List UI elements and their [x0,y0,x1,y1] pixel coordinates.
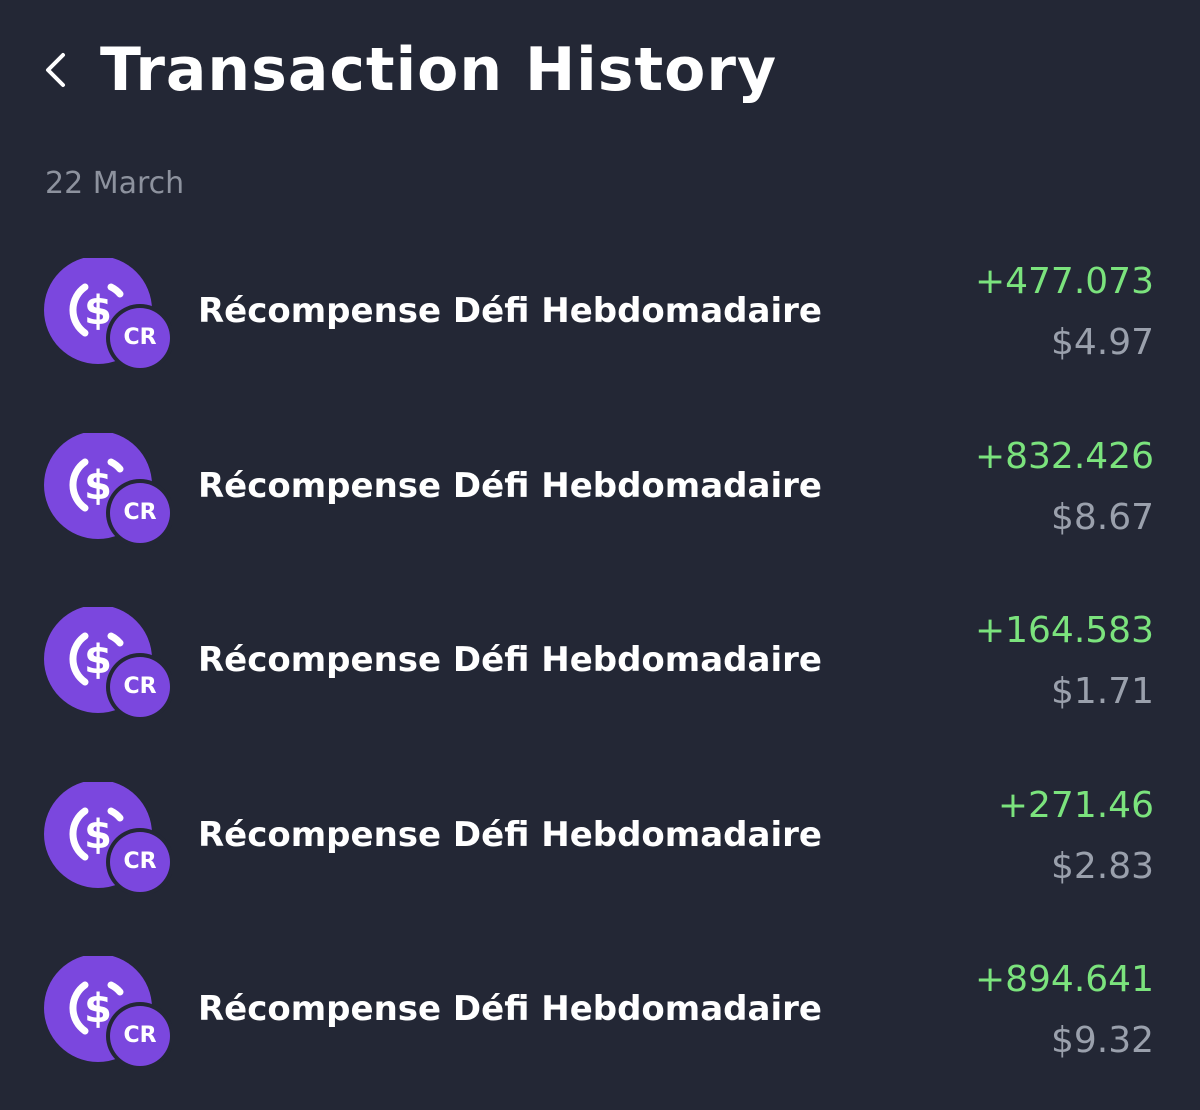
token-badge-label: CR [123,499,157,525]
transaction-amount: +271.46 [997,784,1154,826]
transaction-amount: +477.073 [974,261,1154,302]
svg-text:$: $ [84,986,112,1032]
svg-text:$: $ [84,463,112,509]
transaction-fiat-value: $8.67 [1050,496,1154,538]
transaction-amount: +832.426 [974,435,1154,477]
token-badge-label: CR [123,848,157,874]
token-badge-label: CR [123,1023,157,1048]
svg-text:$: $ [84,812,112,858]
usdc-coin-icon: $ [44,781,172,894]
svg-text:$: $ [84,288,112,334]
transaction-fiat-value: $9.32 [1050,1020,1154,1061]
svg-text:$: $ [84,637,112,683]
transaction-fiat-value: $4.97 [1050,322,1154,363]
transaction-amount: +894.641 [974,959,1154,1000]
page-title: Transaction History [100,35,778,105]
transaction-title: Récompense Défi Hebdomadaire [198,465,822,506]
transaction-row[interactable]: $ CR Récompense Défi Hebdomadaire +477.0… [0,225,1200,400]
chevron-left-icon [46,53,65,87]
transaction-title: Récompense Défi Hebdomadaire [198,291,822,331]
token-badge-label: CR [123,325,157,350]
section-date: 22 March [45,166,185,201]
transaction-fiat-value: $1.71 [1050,671,1154,712]
transaction-title: Récompense Défi Hebdomadaire [198,814,822,855]
token-badge-label: CR [123,674,157,699]
back-button[interactable] [34,42,80,98]
transaction-amount: +164.583 [974,610,1154,651]
transaction-fiat-value: $2.83 [1050,845,1154,887]
transaction-list: $ CR Récompense Défi Hebdomadaire +477.0… [0,225,1200,1098]
transaction-row[interactable]: $ CR Récompense Défi Hebdomadaire +832.4… [0,400,1200,575]
transaction-title: Récompense Défi Hebdomadaire [198,640,822,680]
transaction-title: Récompense Défi Hebdomadaire [198,989,822,1029]
usdc-coin-icon: $ [44,956,172,1068]
usdc-coin-icon: $ [44,258,172,370]
usdc-coin-icon: $ [44,432,172,545]
header: Transaction History [0,0,1200,150]
transaction-row[interactable]: $ CR Récompense Défi Hebdomadaire +271.4… [0,749,1200,924]
transaction-row[interactable]: $ CR Récompense Défi Hebdomadaire +894.6… [0,923,1200,1098]
usdc-coin-icon: $ [44,607,172,719]
transaction-row[interactable]: $ CR Récompense Défi Hebdomadaire +164.5… [0,574,1200,749]
